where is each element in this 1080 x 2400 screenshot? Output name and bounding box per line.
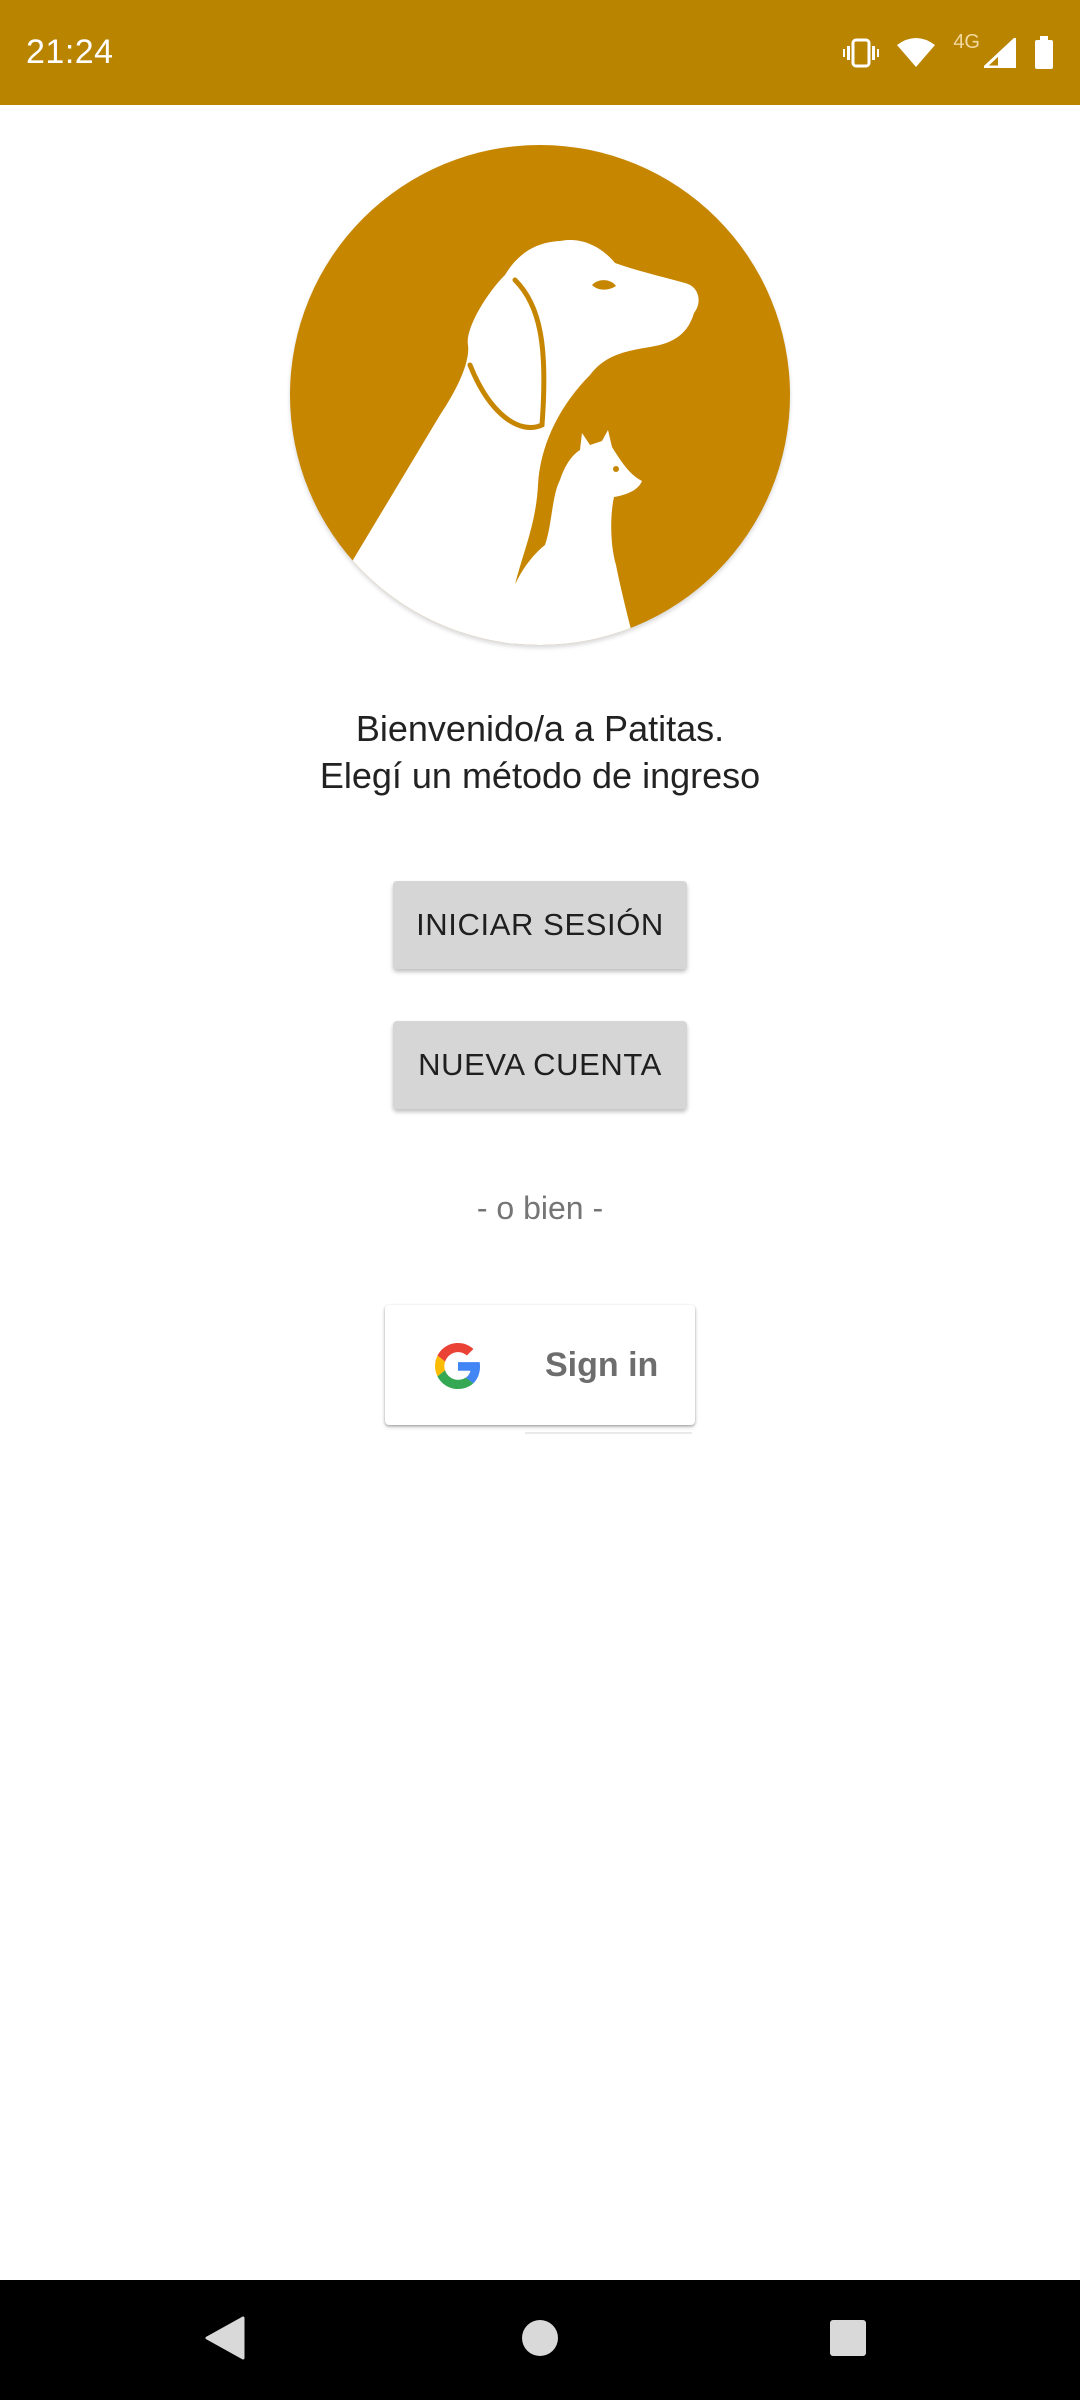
home-icon[interactable] (522, 2316, 562, 2365)
new-account-button[interactable]: NUEVA CUENTA (393, 1021, 687, 1109)
back-icon[interactable] (205, 2316, 245, 2365)
status-icons: 4G (843, 31, 1054, 70)
status-bar: 21:24 4G (0, 0, 1080, 105)
status-time: 21:24 (26, 33, 114, 71)
welcome-message: Bienvenido/a a Patitas. Elegí un método … (0, 705, 1080, 799)
divider (525, 1432, 692, 1434)
google-icon (435, 1343, 481, 1394)
battery-icon (1034, 35, 1054, 70)
signal-icon (984, 37, 1016, 68)
separator-text: - o bien - (476, 1190, 604, 1226)
wifi-icon (897, 37, 936, 68)
dog-and-cat-logo (290, 145, 790, 645)
vibrate-icon (843, 38, 880, 68)
google-sign-in-label: Sign in (545, 1345, 659, 1384)
login-button[interactable]: INICIAR SESIÓN (393, 881, 687, 969)
network-type-label: 4G (953, 31, 980, 53)
welcome-screen: 21:24 4G Bienvenido/a a Patitas. Elegí u… (0, 0, 1080, 2400)
google-sign-in-button[interactable]: Sign in (385, 1305, 695, 1425)
welcome-line-2: Elegí un método de ingreso (319, 755, 761, 796)
welcome-line-1: Bienvenido/a a Patitas. (355, 708, 725, 749)
navigation-bar (0, 2280, 1080, 2400)
recents-icon[interactable] (828, 2316, 868, 2365)
